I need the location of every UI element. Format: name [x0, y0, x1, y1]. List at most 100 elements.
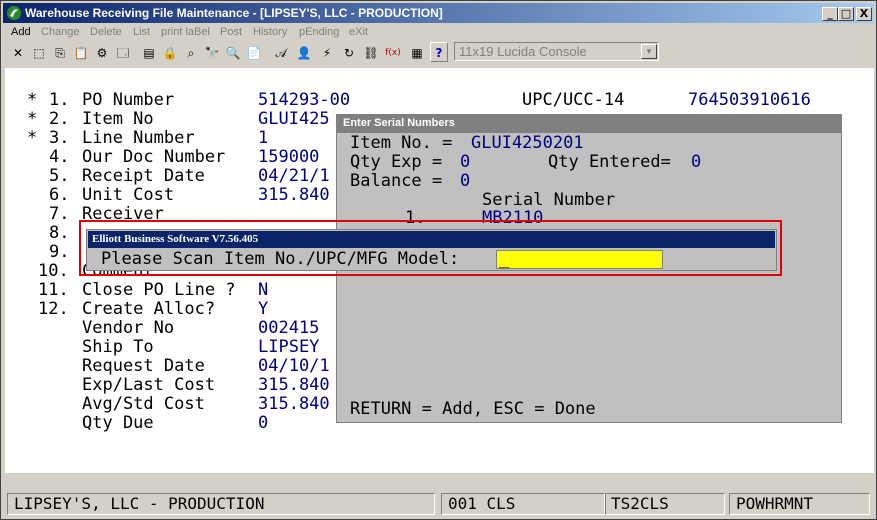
field-value: 315.840	[258, 375, 330, 395]
qty-entered-value: 0	[691, 152, 702, 172]
application-window: Warehouse Receiving File Maintenance - […	[0, 0, 877, 520]
serial-dialog-footer: RETURN = Add, ESC = Done	[350, 399, 596, 419]
toolbar: ✕ ⬚ ⎘ 📋 ⚙ 🗔 ▤ 🔒 ⌕ 🔭 🔍 📄 𝒜 👤 ⚡ ↻ ⛓ f(x) ▦…	[3, 41, 874, 65]
scan-input[interactable]: _	[496, 250, 663, 269]
field-value: 159000	[258, 147, 320, 167]
select-icon[interactable]: ⬚	[30, 42, 48, 62]
menu-add[interactable]: Add	[11, 26, 31, 38]
field-label: Create Alloc?	[82, 299, 216, 319]
function-icon[interactable]: f(x)	[384, 42, 402, 62]
field-value: 0	[258, 413, 269, 433]
field-value: GLUI425	[258, 109, 330, 129]
close-button[interactable]: X	[856, 7, 872, 21]
binoculars-icon[interactable]: 🔭	[203, 42, 221, 62]
menu-print-label[interactable]: print laBel	[161, 26, 210, 38]
qty-exp-value: 0	[460, 152, 471, 172]
field-number: 1.	[49, 90, 70, 110]
qty-exp-label: Qty Exp =	[350, 152, 453, 172]
field-value: 514293-00	[258, 90, 351, 110]
field-number: 9.	[49, 242, 70, 262]
required-marker: *	[27, 90, 38, 110]
menu-post[interactable]: Post	[220, 26, 242, 38]
field-value: N	[258, 280, 269, 300]
find-icon[interactable]: ⌕	[182, 42, 200, 62]
status-terminal: TS2CLS	[605, 493, 725, 515]
field-label: PO Number	[82, 90, 175, 110]
field-label: Avg/Std Cost	[82, 394, 205, 414]
document-icon[interactable]: 📄	[245, 42, 263, 62]
field-label: Our Doc Number	[82, 147, 226, 167]
scan-prompt-label: Please Scan Item No./UPC/MFG Model:	[101, 249, 460, 269]
person-icon[interactable]: 👤	[295, 42, 313, 62]
status-bar: LIPSEY'S, LLC - PRODUCTION 001 CLS TS2CL…	[3, 491, 874, 517]
zoom-icon[interactable]: 🔍	[224, 42, 242, 62]
field-label: Ship To	[82, 337, 154, 357]
field-number: 3.	[49, 128, 70, 148]
copy-icon[interactable]: ⎘	[51, 42, 69, 62]
menu-delete[interactable]: Delete	[90, 26, 122, 38]
menu-exit[interactable]: eXit	[349, 26, 368, 38]
field-value: 1	[258, 128, 269, 148]
field-value: 04/10/1	[258, 356, 330, 376]
field-number: 10.	[38, 261, 69, 281]
menu-change[interactable]: Change	[41, 26, 80, 38]
menu-pending[interactable]: pEnding	[299, 26, 339, 38]
menu-history[interactable]: History	[253, 26, 287, 38]
menu-list[interactable]: List	[133, 26, 150, 38]
field-value: 002415	[258, 318, 320, 338]
field-label: Receipt Date	[82, 166, 205, 186]
minimize-button[interactable]: _	[822, 7, 838, 21]
maximize-button[interactable]: □	[838, 7, 854, 21]
required-marker: *	[27, 109, 38, 129]
window-icon[interactable]: 🗔	[114, 42, 132, 62]
field-value: Y	[258, 299, 269, 319]
font-select[interactable]: 11x19 Lucida Console ▼	[454, 42, 659, 61]
field-value: 315.840	[258, 394, 330, 414]
chevron-down-icon[interactable]: ▼	[641, 44, 657, 59]
status-program: POWHRMNT	[729, 493, 870, 515]
field-label: Line Number	[82, 128, 195, 148]
lightning-icon[interactable]: ⚡	[318, 42, 336, 62]
scan-prompt-highlight: Elliott Business Software V7.56.405 Plea…	[79, 220, 782, 276]
status-company: LIPSEY'S, LLC - PRODUCTION	[7, 493, 435, 515]
note-icon[interactable]: ▤	[140, 42, 158, 62]
calculator-icon[interactable]: ▦	[408, 42, 426, 62]
serial-dialog-title: Enter Serial Numbers	[337, 115, 841, 133]
field-label: Qty Due	[82, 413, 154, 433]
field-value: 315.840	[258, 185, 330, 205]
serial-item-value: GLUI4250201	[471, 133, 584, 153]
serial-item-label: Item No. =	[350, 133, 463, 153]
title-bar[interactable]: Warehouse Receiving File Maintenance - […	[3, 3, 874, 23]
scan-prompt-dialog[interactable]: Elliott Business Software V7.56.405 Plea…	[86, 229, 777, 271]
settings-icon[interactable]: ⚙	[93, 42, 111, 62]
window-title: Warehouse Receiving File Maintenance - […	[25, 6, 443, 20]
field-number: 7.	[49, 204, 70, 224]
balance-label: Balance =	[350, 171, 453, 191]
lock-icon[interactable]: 🔒	[161, 42, 179, 62]
field-value: 04/21/1	[258, 166, 330, 186]
menu-bar: Add Change Delete List print laBel Post …	[3, 24, 874, 41]
qty-entered-label: Qty Entered=	[548, 152, 682, 172]
link-icon[interactable]: ⛓	[362, 42, 380, 62]
field-label: Item No	[82, 109, 154, 129]
field-label: Close PO Line ?	[82, 280, 236, 300]
field-number: 12.	[38, 299, 69, 319]
field-number: 11.	[38, 280, 69, 300]
field-number: 4.	[49, 147, 70, 167]
field-label: Request Date	[82, 356, 205, 376]
help-icon[interactable]: ?	[430, 42, 448, 62]
font-icon[interactable]: 𝒜	[272, 42, 290, 62]
close-x-icon[interactable]: ✕	[9, 42, 27, 62]
field-number: 2.	[49, 109, 70, 129]
paste-icon[interactable]: 📋	[72, 42, 90, 62]
refresh-icon[interactable]: ↻	[340, 42, 358, 62]
status-code: 001 CLS	[441, 493, 605, 515]
field-number: 6.	[49, 185, 70, 205]
field-number: 8.	[49, 223, 70, 243]
upc-value: 764503910616	[688, 90, 811, 110]
upc-label: UPC/UCC-14	[522, 90, 625, 110]
field-number: 5.	[49, 166, 70, 186]
balance-value: 0	[460, 171, 471, 191]
scan-dialog-title: Elliott Business Software V7.56.405	[88, 231, 775, 248]
field-label: Vendor No	[82, 318, 175, 338]
